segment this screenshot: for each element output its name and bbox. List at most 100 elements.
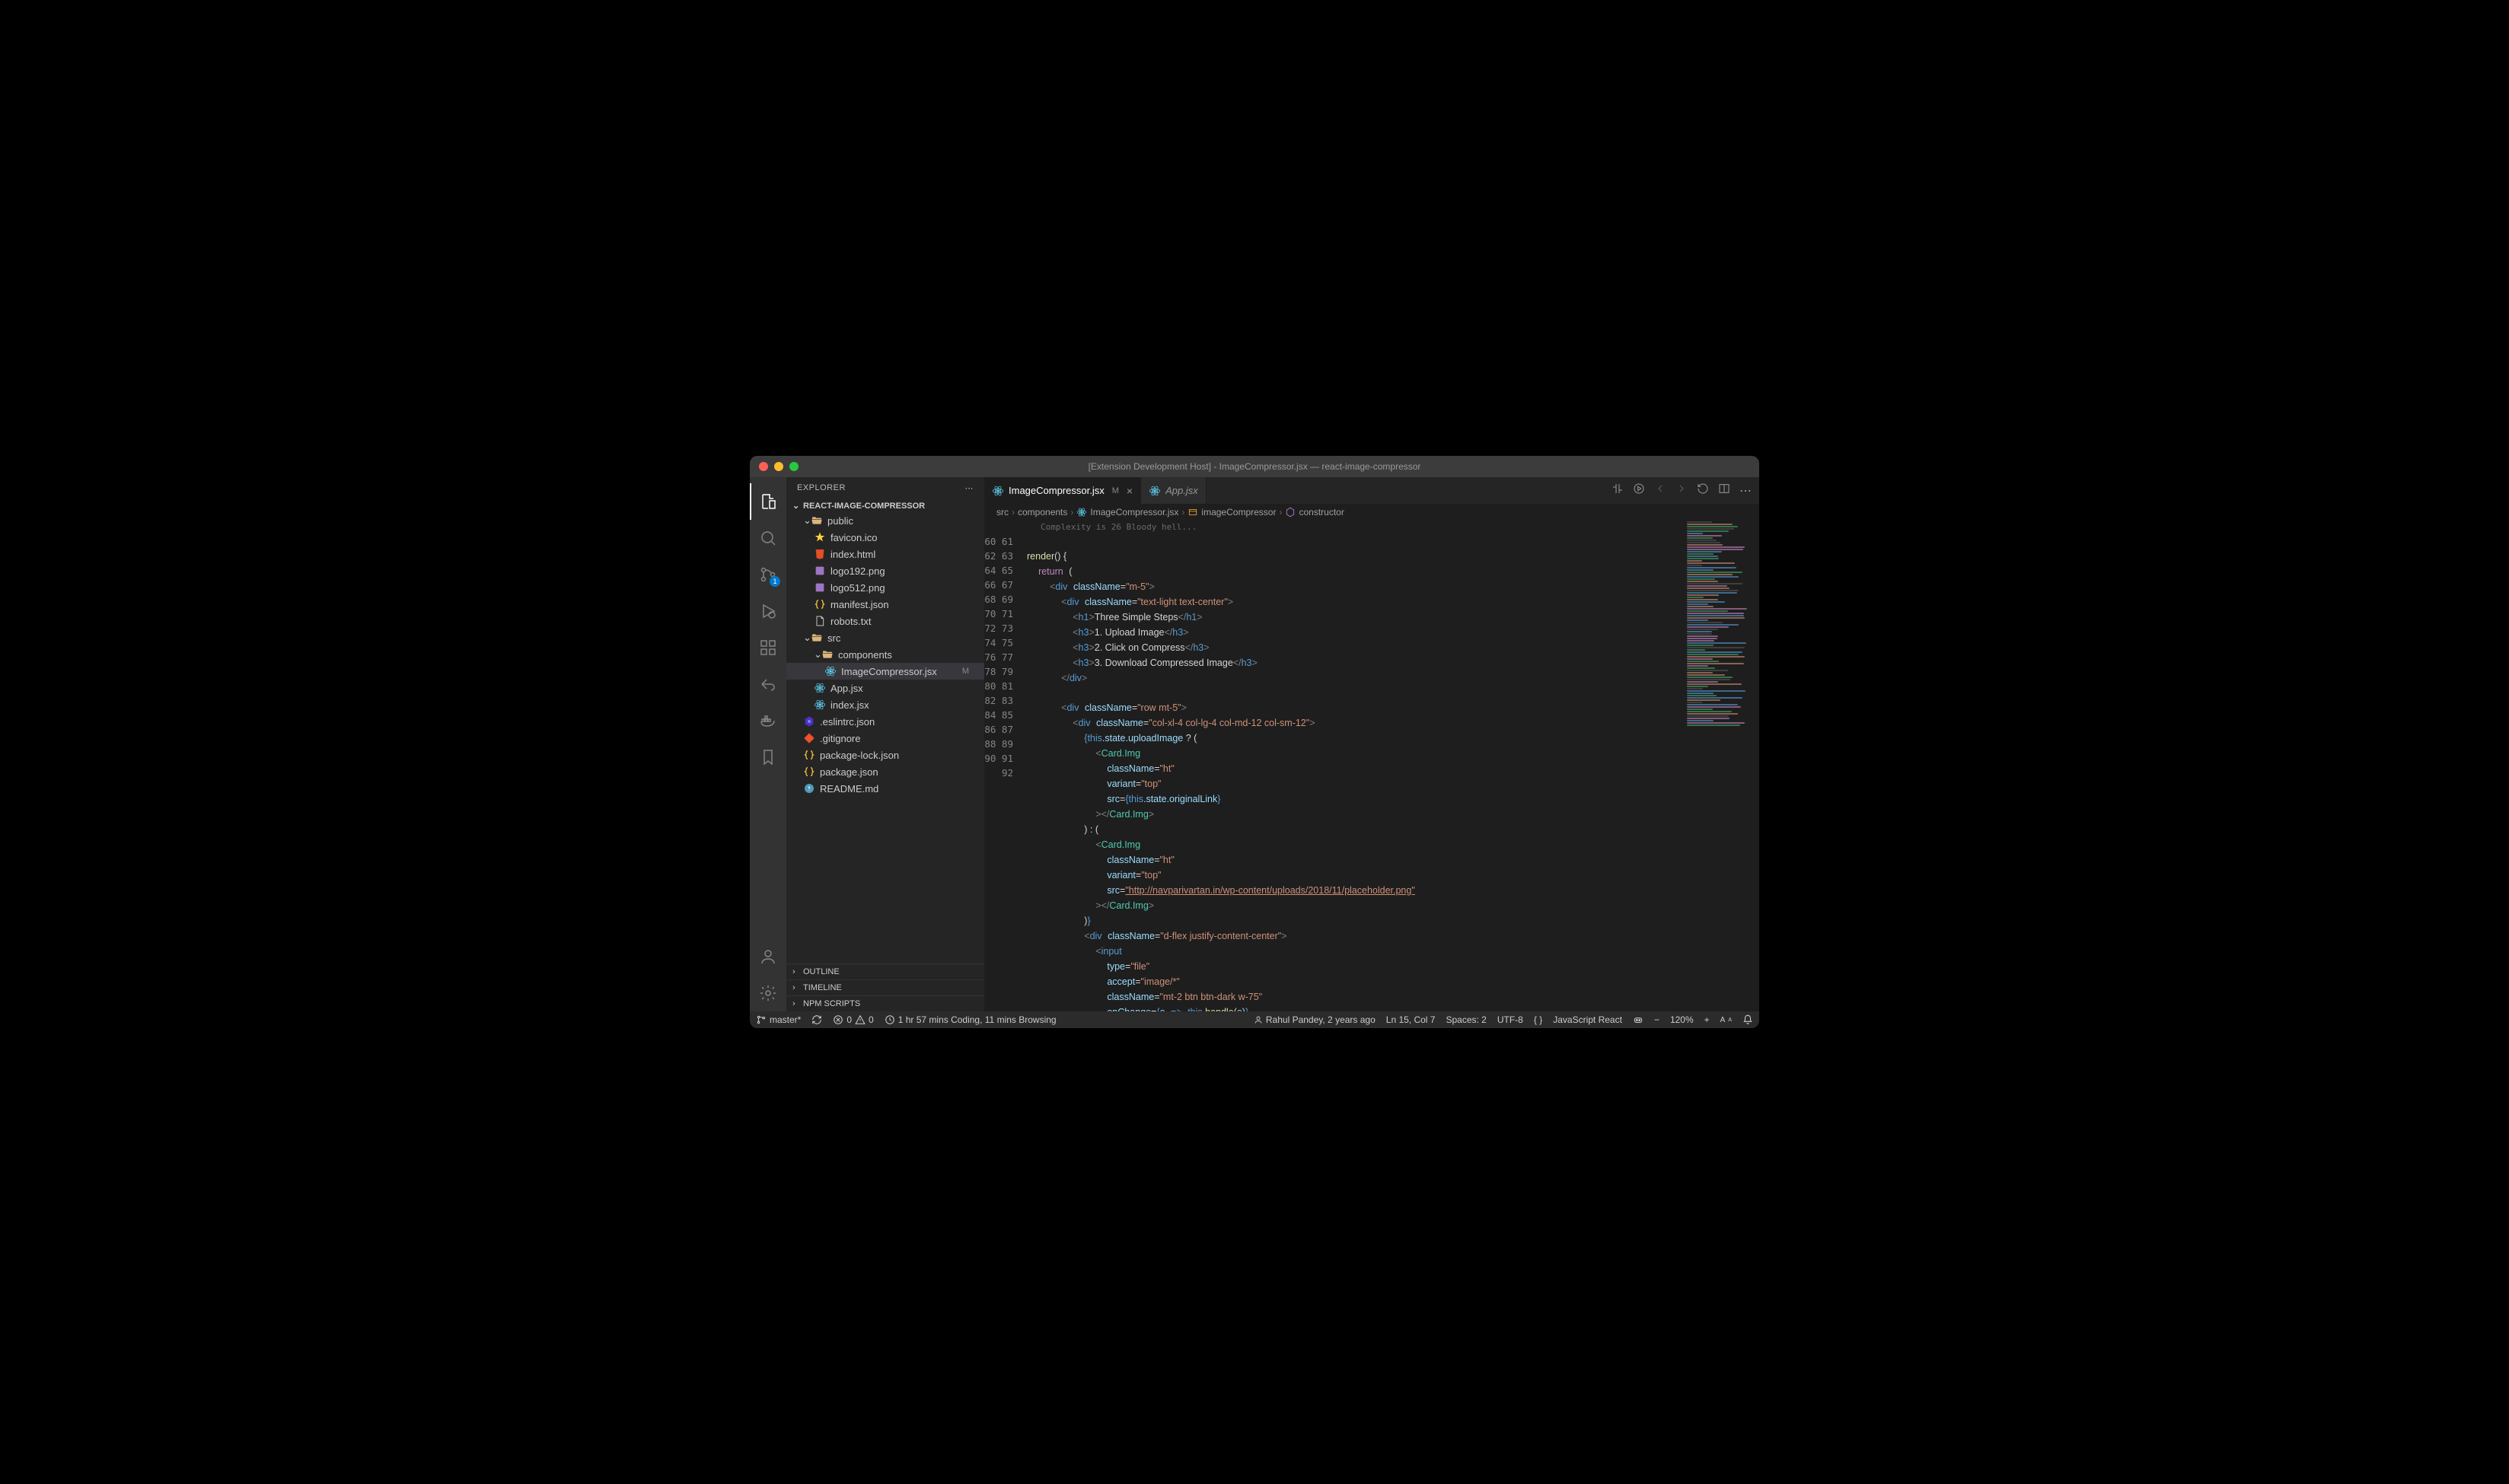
chevron-down-icon: ⌄ [792, 501, 800, 511]
language-mode[interactable]: JavaScript React [1553, 1014, 1622, 1025]
file-favicon.ico[interactable]: favicon.ico [786, 529, 984, 546]
time-tracking[interactable]: 1 hr 57 mins Coding, 11 mins Browsing [885, 1014, 1057, 1025]
file-robots.txt[interactable]: robots.txt [786, 613, 984, 629]
file-logo512.png[interactable]: logo512.png [786, 579, 984, 596]
zoom-level[interactable]: 120% [1670, 1014, 1694, 1025]
file-.eslintrc.json[interactable]: .eslintrc.json [786, 713, 984, 730]
search-icon[interactable] [750, 520, 786, 556]
tab-bar: ImageCompressor.jsxM×App.jsx ⋯ [984, 477, 1759, 504]
outline-section[interactable]: ›OUTLINE [786, 963, 984, 979]
more-actions-icon[interactable]: ⋯ [1739, 483, 1752, 498]
tab-App.jsx[interactable]: App.jsx [1141, 477, 1207, 504]
bookmark-icon[interactable] [750, 739, 786, 775]
tab-ImageCompressor.jsx[interactable]: ImageCompressor.jsxM× [984, 477, 1141, 504]
activity-bar: 1 [750, 477, 786, 1011]
zoom-out[interactable]: − [1654, 1014, 1659, 1025]
file-label: .gitignore [820, 733, 860, 744]
prev-change-icon[interactable] [1654, 482, 1666, 498]
chevron-right-icon: › [792, 967, 800, 976]
file-label: package-lock.json [820, 750, 899, 761]
timeline-label: TIMELINE [803, 983, 842, 992]
tab-actions: ⋯ [1612, 477, 1759, 504]
file-label: ImageCompressor.jsx [841, 666, 937, 677]
zoom-in[interactable]: + [1704, 1014, 1710, 1025]
file-index.html[interactable]: index.html [786, 546, 984, 562]
scm-badge: 1 [770, 576, 780, 587]
bracket-icon[interactable]: { } [1534, 1014, 1542, 1025]
minimize-window-button[interactable] [774, 462, 783, 471]
file-App.jsx[interactable]: App.jsx [786, 680, 984, 696]
sidebar: EXPLORER ⋯ ⌄ REACT-IMAGE-COMPRESSOR ⌄pub… [786, 477, 984, 1011]
json-icon [803, 749, 815, 761]
code-editor[interactable]: Complexity is 26 Bloody hell... 60 61 62… [984, 521, 1759, 1011]
compare-icon[interactable] [1612, 482, 1624, 498]
bc-src[interactable]: src [996, 507, 1009, 517]
react-icon [992, 485, 1004, 497]
source-control-icon[interactable]: 1 [750, 556, 786, 593]
sync-icon[interactable] [811, 1014, 822, 1025]
traffic-lights [759, 462, 799, 471]
file-logo192.png[interactable]: logo192.png [786, 562, 984, 579]
timeline-section[interactable]: ›TIMELINE [786, 979, 984, 995]
copilot-icon[interactable] [1633, 1014, 1643, 1025]
git-blame[interactable]: Rahul Pandey, 2 years ago [1254, 1014, 1376, 1025]
folder-components[interactable]: ⌄components [786, 646, 984, 663]
share-icon[interactable] [750, 666, 786, 702]
folder-src[interactable]: ⌄src [786, 629, 984, 646]
npm-scripts-section[interactable]: ›NPM SCRIPTS [786, 995, 984, 1011]
account-icon[interactable] [750, 938, 786, 975]
png-icon [814, 581, 826, 594]
md-icon [803, 782, 815, 795]
code-lens-hint[interactable]: Complexity is 26 Bloody hell... [1041, 522, 1197, 532]
outline-label: OUTLINE [803, 967, 840, 976]
file-manifest.json[interactable]: manifest.json [786, 596, 984, 613]
notifications-icon[interactable] [1742, 1014, 1753, 1025]
docker-icon[interactable] [750, 702, 786, 739]
bc-file[interactable]: ImageCompressor.jsx [1090, 507, 1178, 517]
cursor-position[interactable]: Ln 15, Col 7 [1386, 1014, 1436, 1025]
status-bar: master* 0 0 1 hr 57 mins Coding, 11 mins… [750, 1011, 1759, 1028]
file-package-lock.json[interactable]: package-lock.json [786, 747, 984, 763]
maximize-window-button[interactable] [789, 462, 799, 471]
code-content[interactable]: render() { return ( <div className="m-5"… [1027, 521, 1683, 1011]
main-area: 1 EXPLORER ⋯ ⌄ REACT-IMAGE-COMPRESSOR ⌄p… [750, 477, 1759, 1011]
revert-icon[interactable] [1697, 482, 1709, 498]
fav-icon [814, 531, 826, 543]
sidebar-more-icon[interactable]: ⋯ [965, 483, 974, 493]
explorer-icon[interactable] [750, 483, 786, 520]
branch-indicator[interactable]: master* [756, 1014, 801, 1025]
bc-components[interactable]: components [1018, 507, 1067, 517]
file-package.json[interactable]: package.json [786, 763, 984, 780]
chevron-right-icon: › [792, 983, 800, 992]
bc-class[interactable]: imageCompressor [1201, 507, 1276, 517]
file-README.md[interactable]: README.md [786, 780, 984, 797]
folder-icon [811, 514, 823, 527]
next-change-icon[interactable] [1675, 482, 1688, 498]
file-label: logo512.png [830, 582, 885, 594]
errors-indicator[interactable]: 0 0 [833, 1014, 873, 1025]
run-debug-icon[interactable] [750, 593, 786, 629]
font-size-icon[interactable]: AA [1720, 1016, 1732, 1024]
run-icon[interactable] [1633, 482, 1645, 498]
file-.gitignore[interactable]: .gitignore [786, 730, 984, 747]
window-title: [Extension Development Host] - ImageComp… [1089, 461, 1421, 472]
split-editor-icon[interactable] [1718, 482, 1730, 498]
extensions-icon[interactable] [750, 629, 786, 666]
close-tab-icon[interactable]: × [1127, 485, 1133, 497]
file-label: logo192.png [830, 565, 885, 577]
class-icon [1188, 507, 1198, 517]
bc-method[interactable]: constructor [1299, 507, 1344, 517]
file-label: components [838, 649, 892, 661]
settings-icon[interactable] [750, 975, 786, 1011]
encoding[interactable]: UTF-8 [1497, 1014, 1523, 1025]
file-index.jsx[interactable]: index.jsx [786, 696, 984, 713]
sidebar-header: EXPLORER ⋯ [786, 477, 984, 499]
close-window-button[interactable] [759, 462, 768, 471]
folder-public[interactable]: ⌄public [786, 512, 984, 529]
indentation[interactable]: Spaces: 2 [1446, 1014, 1486, 1025]
project-header[interactable]: ⌄ REACT-IMAGE-COMPRESSOR [786, 499, 984, 512]
minimap[interactable] [1683, 521, 1759, 1011]
file-label: .eslintrc.json [820, 716, 875, 728]
file-ImageCompressor.jsx[interactable]: ImageCompressor.jsxM [786, 663, 984, 680]
breadcrumb[interactable]: src› components› ImageCompressor.jsx› im… [984, 504, 1759, 521]
